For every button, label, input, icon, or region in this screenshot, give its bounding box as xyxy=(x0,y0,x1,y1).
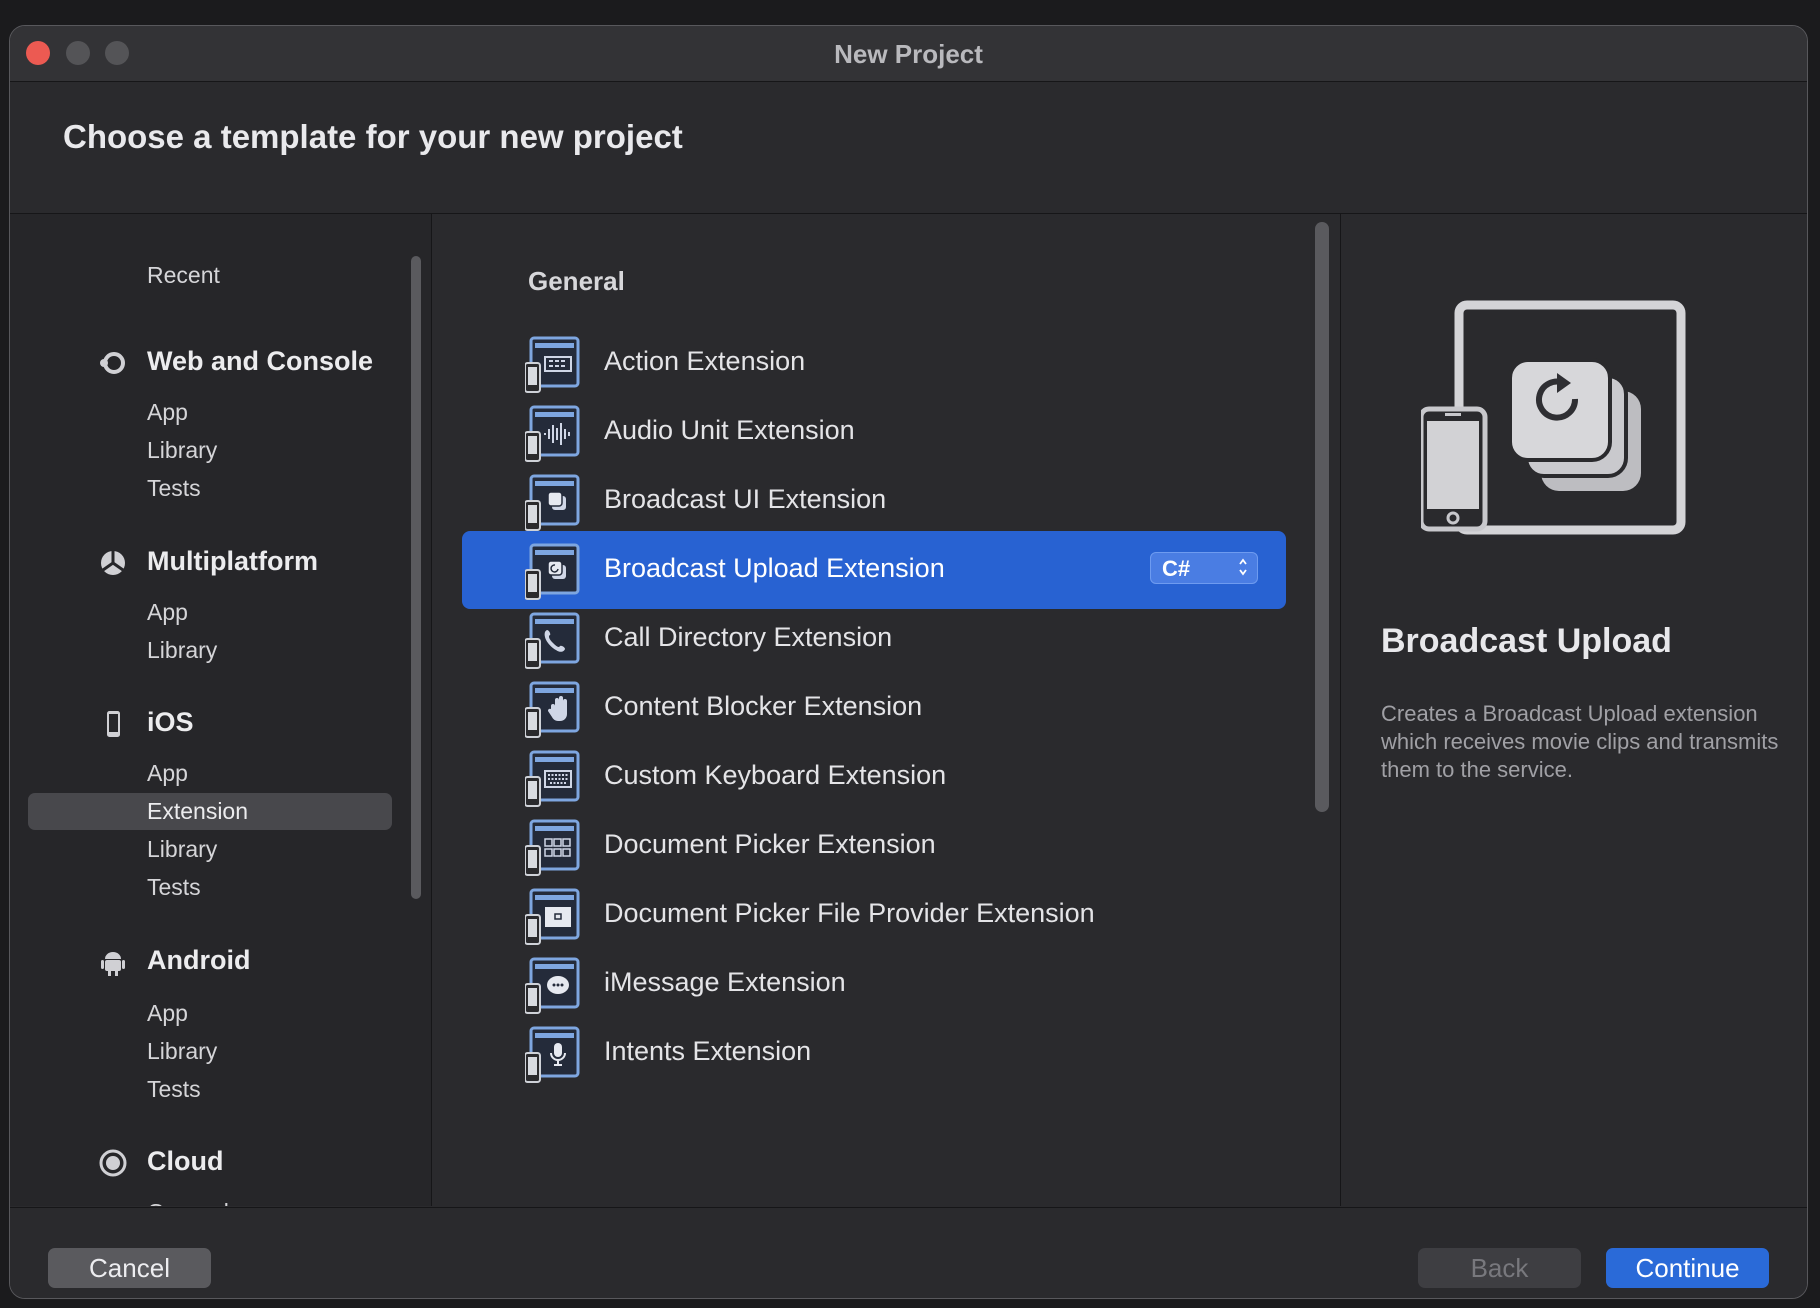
preview-description: Creates a Broadcast Upload extension whi… xyxy=(1381,701,1779,782)
template-item-custom-keyboard-extension[interactable]: Custom Keyboard Extension xyxy=(462,738,1286,816)
sidebar-item-cloud-general[interactable]: General xyxy=(28,1194,392,1206)
language-select[interactable]: C# xyxy=(1150,552,1258,584)
chevron-up-down-icon xyxy=(1239,558,1247,576)
category-sidebar: Recent Web and Console App Library Tests… xyxy=(10,214,432,1206)
sidebar-item-ios-tests[interactable]: Tests xyxy=(28,869,392,906)
sidebar-item-android-app[interactable]: App xyxy=(28,995,392,1032)
template-item-call-directory-extension[interactable]: Call Directory Extension xyxy=(462,600,1286,678)
sidebar-item-web-tests[interactable]: Tests xyxy=(28,470,392,507)
dialog-footer: Cancel Back Continue xyxy=(10,1207,1807,1298)
sidebar-item-ios-extension[interactable]: Extension xyxy=(28,793,392,830)
template-item-audio-unit-extension[interactable]: Audio Unit Extension xyxy=(462,393,1286,471)
template-item-label: Content Blocker Extension xyxy=(604,691,923,721)
dialog-body: Recent Web and Console App Library Tests… xyxy=(10,214,1807,1206)
page-title: Choose a template for your new project xyxy=(63,118,683,155)
sidebar-item-multiplatform-library[interactable]: Library xyxy=(28,632,392,669)
dialog-header: Choose a template for your new project xyxy=(10,82,1807,214)
template-item-label: Document Picker Extension xyxy=(604,829,936,859)
sidebar-scrollbar[interactable] xyxy=(411,256,421,899)
template-item-label: Custom Keyboard Extension xyxy=(604,760,947,790)
continue-button[interactable]: Continue xyxy=(1606,1248,1769,1288)
template-item-document-picker-extension[interactable]: Document Picker Extension xyxy=(462,807,1286,885)
new-project-window: New Project Choose a template for your n… xyxy=(9,25,1808,1299)
template-item-label: Audio Unit Extension xyxy=(604,415,855,445)
template-item-content-blocker-extension[interactable]: Content Blocker Extension xyxy=(462,669,1286,747)
template-item-label: Broadcast Upload Extension xyxy=(604,553,945,583)
document-picker-file-provider-extension-icon xyxy=(525,888,580,945)
preview-title: Broadcast Upload xyxy=(1381,622,1672,660)
imessage-extension-icon xyxy=(525,957,580,1014)
broadcast-ui-extension-icon xyxy=(525,474,580,531)
document-picker-extension-icon xyxy=(525,819,580,876)
template-item-imessage-extension[interactable]: iMessage Extension xyxy=(462,945,1286,1023)
template-item-broadcast-upload-extension[interactable]: Broadcast Upload Extension C# xyxy=(462,531,1286,609)
action-extension-icon xyxy=(525,336,580,393)
web-console-icon xyxy=(100,352,125,374)
call-directory-extension-icon xyxy=(525,612,580,669)
template-item-label: Call Directory Extension xyxy=(604,622,893,652)
intents-extension-icon xyxy=(525,1026,580,1083)
broadcast-upload-extension-icon xyxy=(525,543,580,600)
template-item-label: Broadcast UI Extension xyxy=(604,484,887,514)
cloud-icon xyxy=(99,1149,127,1177)
template-item-document-picker-file-provider-extension[interactable]: Document Picker File Provider Extension xyxy=(462,876,1286,954)
template-list-scrollbar[interactable] xyxy=(1315,222,1329,812)
multiplatform-icon xyxy=(101,551,125,575)
custom-keyboard-extension-icon xyxy=(525,750,580,807)
sidebar-item-ios-app[interactable]: App xyxy=(28,755,392,792)
audio-unit-extension-icon xyxy=(525,405,580,462)
language-select-value: C# xyxy=(1162,556,1191,581)
template-item-label: iMessage Extension xyxy=(604,967,846,997)
title-bar: New Project xyxy=(10,26,1807,82)
sidebar-item-ios-library[interactable]: Library xyxy=(28,831,392,868)
template-item-intents-extension[interactable]: Intents Extension xyxy=(462,1014,1286,1092)
back-button[interactable]: Back xyxy=(1418,1248,1581,1288)
template-item-broadcast-ui-extension[interactable]: Broadcast UI Extension xyxy=(462,462,1286,540)
android-icon xyxy=(101,952,125,976)
content-blocker-extension-icon xyxy=(525,681,580,738)
template-item-label: Document Picker File Provider Extension xyxy=(604,898,1095,928)
template-preview: Broadcast Upload Creates a Broadcast Upl… xyxy=(1341,214,1807,1206)
broadcast-upload-preview-icon xyxy=(1421,300,1686,535)
sidebar-item-android-tests[interactable]: Tests xyxy=(28,1071,392,1108)
iphone-icon xyxy=(107,711,120,737)
template-item-label: Action Extension xyxy=(604,346,806,376)
cancel-button[interactable]: Cancel xyxy=(48,1248,211,1288)
sidebar-item-recent[interactable]: Recent xyxy=(28,257,392,294)
template-item-action-extension[interactable]: Action Extension xyxy=(462,324,1286,402)
section-title: General xyxy=(528,266,625,296)
window-title: New Project xyxy=(834,39,983,69)
sidebar-item-multiplatform-app[interactable]: App xyxy=(28,594,392,631)
template-item-label: Intents Extension xyxy=(604,1036,812,1066)
template-list: General Action Extension Audio Unit Exten… xyxy=(432,214,1341,1206)
sidebar-item-android-library[interactable]: Library xyxy=(28,1033,392,1070)
sidebar-item-web-app[interactable]: App xyxy=(28,394,392,431)
sidebar-item-web-library[interactable]: Library xyxy=(28,432,392,469)
